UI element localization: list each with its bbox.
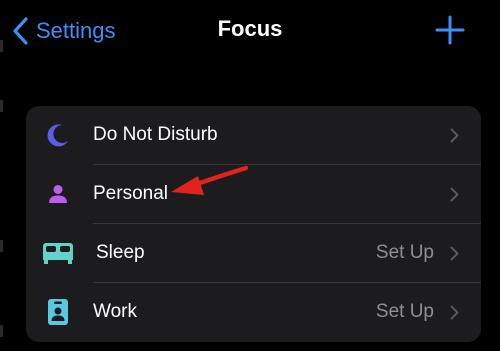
focus-item-label: Work [93,301,137,322]
chevron-right-icon [450,187,459,202]
page-title: Focus [217,16,283,41]
annotation-arrow-icon [171,165,249,195]
focus-item-personal[interactable]: Personal [26,165,481,223]
focus-settings-screen: Settings Focus Do Not Disturb Personal S… [0,0,500,351]
focus-item-do-not-disturb[interactable]: Do Not Disturb [26,106,481,164]
focus-item-value: Set Up [375,242,434,263]
chevron-right-icon [450,246,459,261]
focus-item-label: Do Not Disturb [93,124,218,145]
focus-list: Do Not Disturb Personal Sleep Set Up Wor… [26,106,481,342]
chevron-right-icon [450,305,459,320]
focus-item-label: Sleep [96,242,145,263]
edge-artifact [0,240,3,252]
focus-item-sleep[interactable]: Sleep Set Up [26,224,481,282]
navigation-bar: Settings Focus [0,0,500,62]
focus-item-work[interactable]: Work Set Up [26,283,481,341]
person-icon [44,180,72,208]
moon-icon [44,121,72,149]
bed-icon [42,239,74,267]
add-focus-button[interactable] [435,15,465,45]
focus-item-label: Personal [93,183,168,204]
edge-artifact [0,325,3,337]
edge-artifact [0,100,3,112]
chevron-right-icon [450,128,459,143]
focus-item-value: Set Up [375,301,434,322]
id-badge-icon [44,298,72,326]
